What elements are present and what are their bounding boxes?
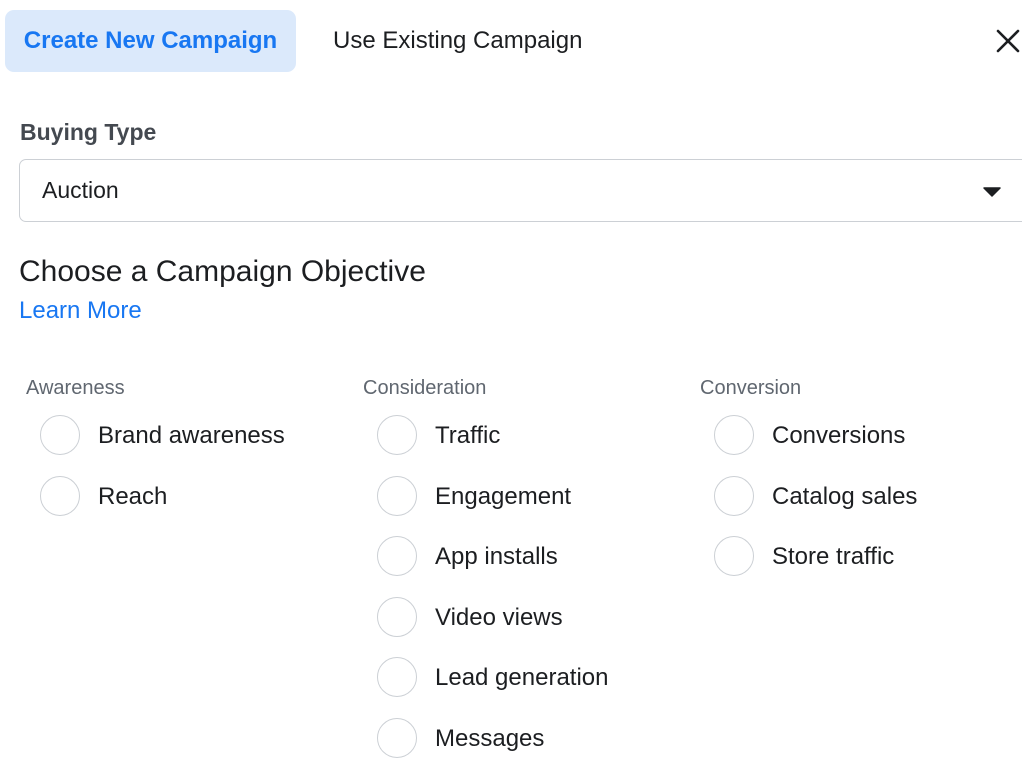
option-label: Store traffic <box>772 543 895 570</box>
close-button[interactable] <box>994 24 1022 58</box>
radio-unchecked-icon[interactable] <box>714 536 754 576</box>
objective-column-consideration: Consideration Traffic Engagement App ins… <box>363 375 608 758</box>
option-label: Messages <box>435 724 545 752</box>
buying-type-label: Buying Type <box>20 119 157 145</box>
tab-create-new-campaign[interactable]: Create New Campaign <box>5 10 296 72</box>
radio-unchecked-icon[interactable] <box>714 475 754 516</box>
option-label: App installs <box>435 543 558 570</box>
option-store-traffic[interactable]: Store traffic <box>700 536 894 597</box>
objective-column-awareness: Awareness Brand awareness Reach <box>26 375 285 537</box>
option-label: Engagement <box>435 482 572 510</box>
option-label: Catalog sales <box>772 482 918 510</box>
column-header-consideration: Consideration <box>363 377 487 399</box>
radio-unchecked-icon[interactable] <box>377 657 417 697</box>
buying-type-select[interactable]: Auction <box>19 159 1022 222</box>
option-video-views[interactable]: Video views <box>363 596 576 658</box>
objective-column-conversion: Conversion Conversions Catalog sales Sto… <box>700 375 917 597</box>
option-label: Lead generation <box>435 664 609 691</box>
option-messages[interactable]: Messages <box>363 717 576 758</box>
radio-unchecked-icon[interactable] <box>377 415 417 455</box>
radio-unchecked-icon[interactable] <box>714 415 754 455</box>
objective-title: Choose a Campaign Objective <box>19 255 426 288</box>
option-label: Traffic <box>435 422 501 449</box>
radio-unchecked-icon[interactable] <box>40 475 80 516</box>
option-engagement[interactable]: Engagement <box>363 475 576 537</box>
tab-use-existing-campaign[interactable]: Use Existing Campaign <box>333 10 582 72</box>
campaign-dialog: Create New Campaign Use Existing Campaig… <box>0 0 1022 758</box>
option-traffic[interactable]: Traffic <box>363 415 576 476</box>
radio-unchecked-icon[interactable] <box>40 415 80 455</box>
close-icon <box>996 29 1020 53</box>
buying-type-value: Auction <box>42 177 119 203</box>
column-header-conversion: Conversion <box>700 377 802 399</box>
tab-existing-label: Use Existing Campaign <box>333 27 583 54</box>
option-lead-generation[interactable]: Lead generation <box>363 657 608 718</box>
option-reach[interactable]: Reach <box>26 475 253 537</box>
option-catalog-sales[interactable]: Catalog sales <box>700 475 917 537</box>
caret-down-icon <box>983 187 1001 197</box>
radio-unchecked-icon[interactable] <box>377 596 417 637</box>
option-brand-awareness[interactable]: Brand awareness <box>26 415 285 476</box>
radio-unchecked-icon[interactable] <box>377 475 417 516</box>
option-label: Brand awareness <box>98 422 285 449</box>
learn-more-link[interactable]: Learn More <box>19 297 142 325</box>
column-header-awareness: Awareness <box>26 377 125 399</box>
tab-create-label: Create New Campaign <box>23 27 278 54</box>
option-conversions[interactable]: Conversions <box>700 415 905 476</box>
option-label: Video views <box>435 603 563 631</box>
option-label: Conversions <box>772 422 906 449</box>
option-label: Reach <box>98 482 168 510</box>
option-app-installs[interactable]: App installs <box>363 536 576 597</box>
radio-unchecked-icon[interactable] <box>377 536 417 576</box>
radio-unchecked-icon[interactable] <box>377 717 417 758</box>
